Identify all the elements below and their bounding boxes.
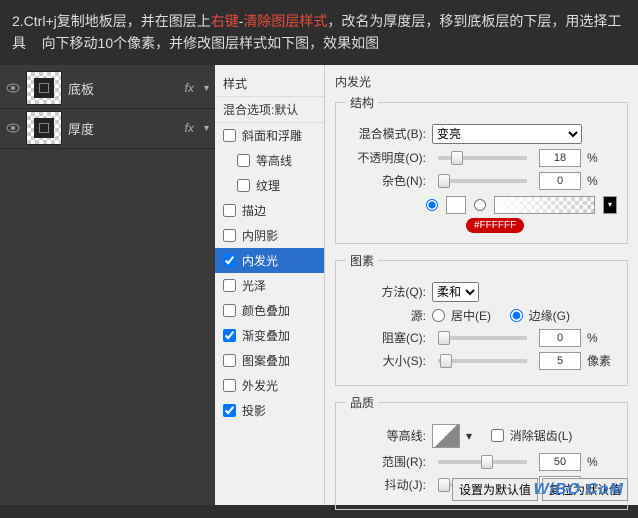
style-item[interactable]: 外发光 [215,373,324,398]
style-item[interactable]: 光泽 [215,273,324,298]
choke-label: 阻塞(C): [346,329,426,346]
chevron-down-icon[interactable]: ▾ [204,123,209,134]
layer-thumbnail[interactable] [26,71,62,105]
blend-defaults[interactable]: 混合选项:默认 [215,96,324,123]
source-label: 源: [346,307,426,324]
style-item[interactable]: 纹理 [215,173,324,198]
contour-picker[interactable] [432,424,460,448]
blend-mode-label: 混合模式(B): [346,125,426,142]
visibility-icon[interactable] [6,121,20,135]
blend-mode-select[interactable]: 变亮 [432,124,582,144]
style-item[interactable]: 图案叠加 [215,348,324,373]
noise-slider[interactable] [438,179,527,183]
style-item[interactable]: 斜面和浮雕 [215,123,324,148]
size-value[interactable]: 5 [539,352,581,370]
style-label: 图案叠加 [242,352,290,369]
style-item[interactable]: 投影 [215,398,324,423]
opacity-slider[interactable] [438,156,527,160]
style-checkbox[interactable] [223,129,236,142]
fx-badge[interactable]: fx [185,121,194,135]
contour-label: 等高线: [346,427,426,444]
noise-value[interactable]: 0 [539,172,581,190]
style-label: 光泽 [242,277,266,294]
layer-thumbnail[interactable] [26,111,62,145]
style-label: 外发光 [242,377,278,394]
structure-group: 结构 混合模式(B): 变亮 不透明度(O): 18 % 杂色(N): 0 % [335,94,628,244]
range-value[interactable]: 50 [539,453,581,471]
size-slider[interactable] [438,359,527,363]
visibility-icon[interactable] [6,81,20,95]
opacity-value[interactable]: 18 [539,149,581,167]
instruction-text: 2.Ctrl+j复制地板层，并在图层上右键-清除图层样式，改名为厚度层，移到底板… [0,0,638,65]
size-label: 大小(S): [346,352,426,369]
style-checkbox[interactable] [223,229,236,242]
style-checkbox[interactable] [223,279,236,292]
chevron-down-icon[interactable]: ▾ [204,83,209,94]
source-center-radio[interactable] [432,309,445,322]
layer-style-dialog: 样式 混合选项:默认 斜面和浮雕等高线纹理描边内阴影内发光光泽颜色叠加渐变叠加图… [215,65,638,505]
layer-row[interactable]: 底板 fx ▾ [0,69,215,109]
style-label: 描边 [242,202,266,219]
style-checkbox[interactable] [223,329,236,342]
color-hex-tag: #FFFFFF [466,218,524,233]
noise-label: 杂色(N): [346,172,426,189]
style-label: 投影 [242,402,266,419]
panel-title: 内发光 [335,73,628,90]
style-checkbox[interactable] [223,354,236,367]
style-item[interactable]: 内阴影 [215,223,324,248]
jitter-label: 抖动(J): [346,476,426,493]
source-edge-radio[interactable] [510,309,523,322]
method-select[interactable]: 柔和 [432,282,479,302]
style-checkbox[interactable] [223,404,236,417]
style-checkbox[interactable] [223,379,236,392]
antialias-checkbox[interactable] [491,429,504,442]
opacity-label: 不透明度(O): [346,149,426,166]
style-label: 斜面和浮雕 [242,127,302,144]
style-label: 内发光 [242,252,278,269]
gradient-picker[interactable] [494,196,595,214]
styles-header: 样式 [215,71,324,96]
style-item[interactable]: 颜色叠加 [215,298,324,323]
style-label: 等高线 [256,152,292,169]
method-label: 方法(Q): [346,283,426,300]
color-gradient-radio[interactable] [474,199,486,211]
style-label: 颜色叠加 [242,302,290,319]
color-solid-radio[interactable] [426,199,438,211]
style-label: 内阴影 [242,227,278,244]
style-checkbox[interactable] [223,254,236,267]
range-slider[interactable] [438,460,527,464]
layer-name: 底板 [68,79,179,98]
layer-name: 厚度 [68,119,179,138]
style-checkbox[interactable] [223,304,236,317]
style-checkbox[interactable] [237,154,250,167]
choke-value[interactable]: 0 [539,329,581,347]
reset-default-button[interactable]: 复位为默认值 [542,478,628,501]
style-label: 纹理 [256,177,280,194]
layer-row[interactable]: 厚度 fx ▾ [0,109,215,149]
style-item[interactable]: 渐变叠加 [215,323,324,348]
layers-panel: 底板 fx ▾ 厚度 fx ▾ [0,65,215,505]
elements-group: 图素 方法(Q): 柔和 源: 居中(E) 边缘(G) 阻塞(C): 0 % [335,252,628,386]
styles-list: 样式 混合选项:默认 斜面和浮雕等高线纹理描边内阴影内发光光泽颜色叠加渐变叠加图… [215,65,325,505]
contour-dropdown-icon[interactable]: ▾ [466,429,472,443]
style-checkbox[interactable] [237,179,250,192]
set-default-button[interactable]: 设置为默认值 [452,478,538,501]
style-item[interactable]: 描边 [215,198,324,223]
fx-badge[interactable]: fx [185,81,194,95]
style-checkbox[interactable] [223,204,236,217]
range-label: 范围(R): [346,453,426,470]
gradient-dropdown-icon[interactable]: ▾ [603,196,617,214]
choke-slider[interactable] [438,336,527,340]
style-item[interactable]: 内发光 [215,248,324,273]
inner-glow-panel: 内发光 结构 混合模式(B): 变亮 不透明度(O): 18 % 杂色(N): … [325,65,638,505]
style-label: 渐变叠加 [242,327,290,344]
color-swatch[interactable] [446,196,466,214]
style-item[interactable]: 等高线 [215,148,324,173]
